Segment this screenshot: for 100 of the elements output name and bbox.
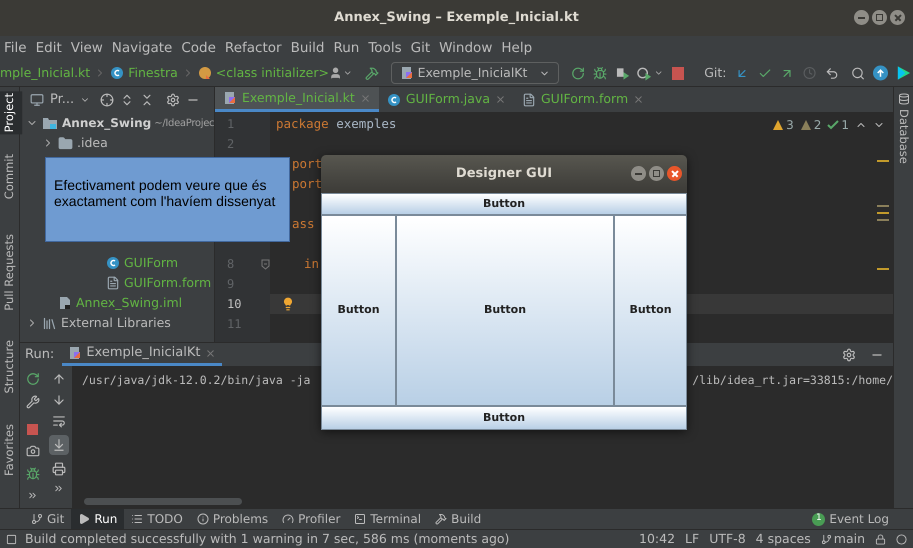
update-icon[interactable] (873, 65, 888, 81)
bug-icon[interactable] (26, 467, 40, 481)
search-icon[interactable] (850, 66, 865, 80)
inspection-count[interactable]: 3 (786, 116, 794, 134)
menu-item[interactable]: Refactor (224, 38, 282, 58)
run-config-dropdown[interactable]: Exemple_InicialKt (390, 62, 560, 84)
settings-icon[interactable] (842, 348, 856, 362)
rerun-icon[interactable] (26, 372, 40, 386)
status-toggle-icon[interactable] (6, 534, 17, 544)
print-icon[interactable] (52, 462, 66, 476)
menu-item[interactable]: File (4, 38, 27, 58)
code-text: port (292, 154, 322, 173)
fold-marker-icon[interactable] (261, 258, 270, 270)
tool-window-button[interactable]: Database (890, 107, 913, 166)
warning-icon[interactable] (800, 119, 812, 131)
inspection-count[interactable]: 2 (814, 116, 822, 134)
tree-item[interactable]: Annex_Swing ~/IdeaProjec (20, 113, 214, 133)
inspection-count[interactable]: 1 (841, 116, 849, 134)
tool-tab[interactable]: TODO (124, 509, 190, 529)
tree-item-label: GUIForm.form (124, 274, 212, 292)
menu-item[interactable]: Code (181, 38, 216, 58)
event-log-tab[interactable]: 1 Event Log (812, 509, 889, 529)
user-icon[interactable] (329, 66, 342, 80)
editor-tab[interactable]: Exemple_Inicial.kt (215, 87, 379, 112)
tree-item[interactable]: GUIForm (20, 253, 214, 273)
swing-button[interactable]: Button (321, 193, 687, 215)
menu-item[interactable]: Edit (36, 38, 62, 58)
rerun-icon[interactable] (571, 66, 586, 80)
console-text: /usr/java/jdk-12.0.2/bin/java -ja (82, 372, 310, 389)
tool-window-button[interactable]: Favorites (0, 422, 22, 478)
locate-icon[interactable] (100, 92, 114, 106)
code-text: port (292, 174, 322, 193)
menu-item[interactable]: Run (333, 38, 360, 58)
tool-window-button[interactable]: Pull Requests (0, 232, 22, 312)
tool-tab[interactable]: Problems (190, 509, 276, 529)
status-item[interactable]: LF (685, 530, 700, 548)
swing-button[interactable]: Button (321, 215, 396, 406)
more-icon[interactable] (53, 483, 64, 494)
tool-tab[interactable]: Run (71, 509, 124, 529)
menu-item[interactable]: Tools (368, 38, 402, 58)
tool-tab[interactable]: Build (428, 509, 488, 529)
undo-icon[interactable] (824, 66, 839, 80)
maximize-button[interactable] (649, 166, 664, 181)
tree-item-label: External Libraries (61, 314, 171, 332)
lightbulb-icon[interactable] (281, 297, 295, 311)
swing-button[interactable]: Button (321, 406, 687, 430)
minimize-button[interactable] (631, 166, 646, 181)
settings-icon[interactable] (166, 92, 180, 106)
breadcrumb[interactable]: <class initializer> (198, 64, 329, 82)
breadcrumb[interactable]: Finestra (110, 64, 178, 82)
status-item[interactable]: 4 spaces (756, 530, 811, 548)
tree-item[interactable]: Annex_Swing.iml (20, 293, 214, 313)
scroll-to-end-icon[interactable] (52, 438, 66, 452)
panel-title[interactable]: Pr... (50, 90, 74, 110)
dialog-title: Designer GUI (456, 165, 552, 184)
breadcrumb[interactable]: mple_Inicial.kt (0, 64, 90, 82)
inspector-icon[interactable] (896, 534, 907, 544)
hammer-icon[interactable] (364, 66, 379, 80)
stop-icon[interactable] (672, 66, 684, 80)
swing-button[interactable]: Button (396, 215, 614, 406)
coverage-icon[interactable] (616, 66, 631, 80)
status-item[interactable]: UTF-8 (709, 530, 746, 548)
check-icon[interactable] (827, 119, 840, 131)
more-icon[interactable] (27, 490, 38, 501)
tool-tab[interactable]: Profiler (275, 509, 348, 529)
editor-tab[interactable]: GUIForm.java (378, 87, 514, 112)
branch-widget[interactable]: main (834, 530, 865, 548)
menu-item[interactable]: Git (410, 38, 430, 58)
close-button[interactable] (667, 166, 682, 181)
swing-button[interactable]: Button (614, 215, 687, 406)
tree-item[interactable]: .idea (20, 133, 214, 153)
maximize-button[interactable] (872, 10, 887, 25)
form-file-icon (106, 276, 120, 290)
menu-item[interactable]: View (70, 38, 103, 58)
bug-icon[interactable] (593, 66, 608, 80)
wrap-icon[interactable] (52, 414, 66, 428)
terminal-icon (354, 513, 366, 525)
tree-item[interactable]: External Libraries (20, 313, 214, 333)
status-item[interactable]: 10:42 (639, 530, 676, 548)
tool-window-button[interactable]: Structure (0, 338, 22, 396)
lock-icon[interactable] (875, 534, 886, 544)
kotlin-file-icon (68, 346, 82, 360)
menu-item[interactable]: Navigate (112, 38, 172, 58)
warning-icon[interactable] (772, 119, 784, 131)
profile-icon[interactable] (636, 66, 652, 80)
toolbox-logo-icon[interactable] (896, 65, 912, 81)
tree-item[interactable]: GUIForm.form (20, 273, 214, 293)
camera-icon[interactable] (26, 444, 40, 458)
git-label: Git: (704, 64, 726, 82)
gauge-icon (282, 513, 294, 525)
tool-window-button[interactable]: Commit (0, 152, 22, 202)
menu-item[interactable]: Build (290, 38, 324, 58)
menu-item[interactable]: Help (501, 38, 532, 58)
menu-item[interactable]: Window (439, 38, 492, 58)
tool-tab[interactable]: Git (24, 509, 72, 529)
minimize-button[interactable] (854, 10, 869, 25)
tool-window-button[interactable]: Project (0, 91, 22, 134)
wrench-icon[interactable] (26, 395, 40, 409)
editor-tab[interactable]: GUIForm.form (514, 87, 652, 112)
tool-tab[interactable]: Terminal (347, 509, 428, 529)
